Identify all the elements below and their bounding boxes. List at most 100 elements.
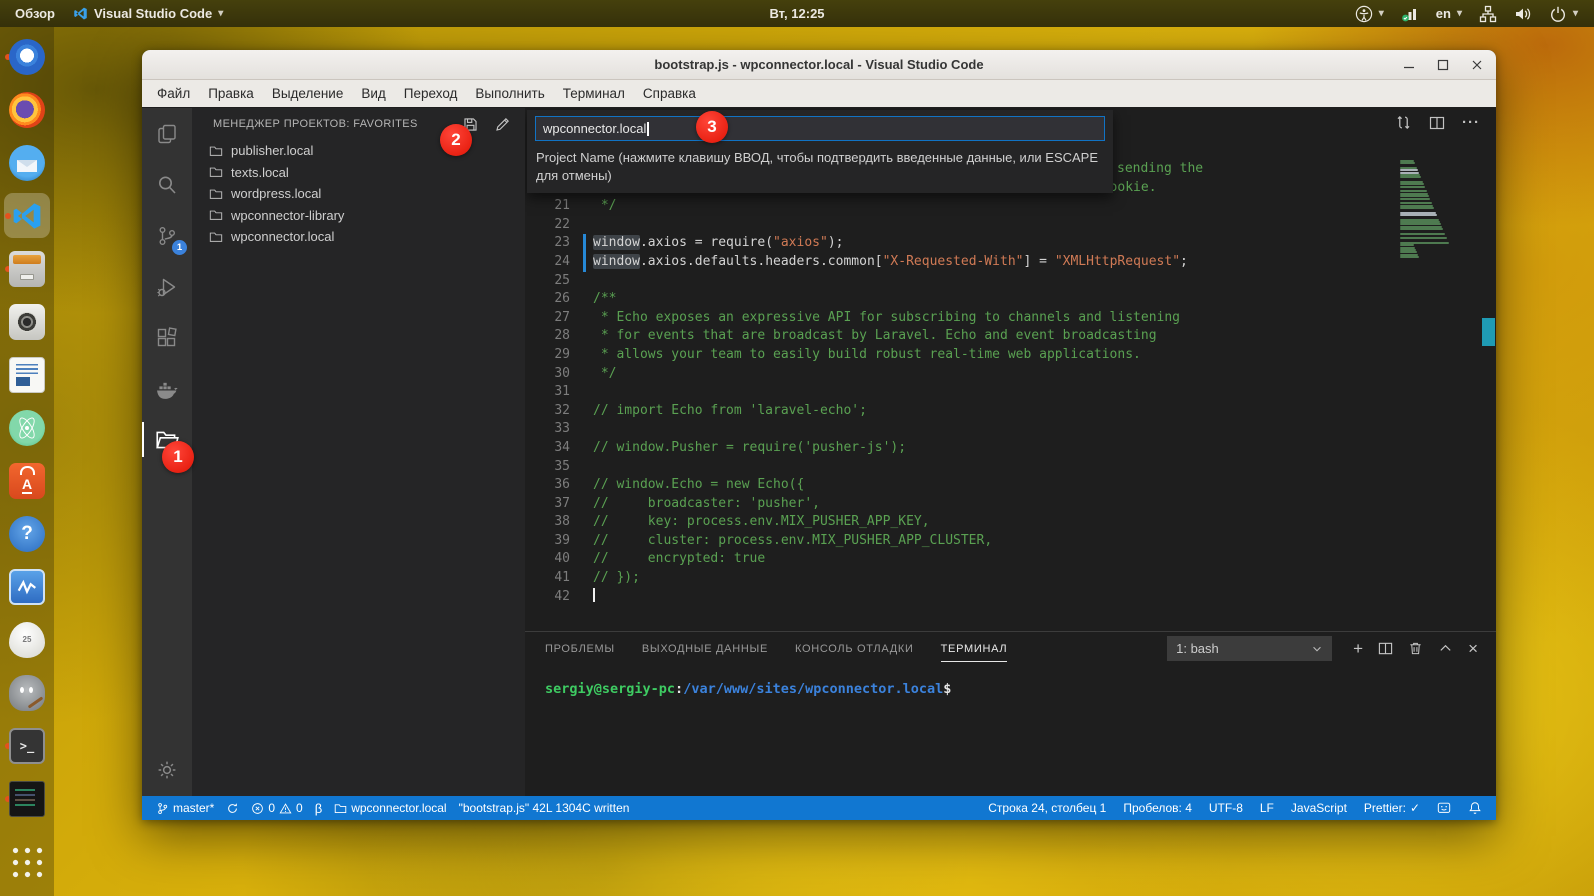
system-monitor-icon: [9, 568, 45, 605]
gutter: [570, 383, 593, 402]
maximize-button[interactable]: [1436, 58, 1450, 72]
panel-tab[interactable]: ПРОБЛЕМЫ: [545, 643, 615, 655]
dock-rhythmbox[interactable]: [4, 299, 50, 344]
gutter: [570, 309, 593, 328]
title-bar[interactable]: bootstrap.js - wpconnector.local - Visua…: [142, 50, 1496, 80]
network-status[interactable]: [1401, 5, 1419, 23]
warning-icon: [279, 802, 292, 815]
dock-ubuntu-software[interactable]: A: [4, 458, 50, 503]
problems-status[interactable]: 0 0: [251, 801, 303, 815]
edit-projects-button[interactable]: [494, 116, 511, 133]
split-terminal-button[interactable]: [1378, 641, 1393, 656]
activity-run-debug[interactable]: [142, 261, 192, 312]
terminal[interactable]: sergiy@sergiy-pc:/var/www/sites/wpconnec…: [525, 665, 1496, 697]
line-number: 33: [554, 421, 570, 437]
menu-5[interactable]: Выполнить: [466, 86, 553, 101]
dock-firefox[interactable]: [4, 87, 50, 132]
power-menu[interactable]: ▾: [1549, 5, 1578, 23]
editor[interactable]: ··· 19sending the20 * CSRF token as a he…: [525, 108, 1496, 631]
active-project-status[interactable]: wpconnector.local: [334, 801, 447, 815]
close-panel-button[interactable]: ×: [1468, 640, 1478, 657]
notifications-button[interactable]: [1468, 801, 1482, 815]
activities-button[interactable]: Обзор: [15, 6, 55, 21]
eol-status[interactable]: LF: [1260, 801, 1274, 815]
activity-explorer[interactable]: [142, 108, 192, 159]
code-content[interactable]: 19sending the20 * CSRF token as a header…: [525, 160, 1496, 606]
dock-pomodoro-timer[interactable]: 25: [4, 617, 50, 662]
more-actions-button[interactable]: ···: [1462, 115, 1480, 130]
close-button[interactable]: [1470, 58, 1484, 72]
feedback-button[interactable]: [1437, 801, 1451, 815]
activity-search[interactable]: [142, 159, 192, 210]
project-list: publisher.local texts.local wordpress.loca…: [192, 140, 525, 248]
project-item[interactable]: wpconnector-library: [192, 205, 525, 227]
sync-button[interactable]: [226, 802, 239, 815]
app-menu[interactable]: Visual Studio Code ▾: [73, 6, 223, 21]
dock-atom[interactable]: [4, 405, 50, 450]
volume-menu[interactable]: [1514, 5, 1532, 23]
project-item[interactable]: wordpress.local: [192, 183, 525, 205]
gutter: [570, 476, 593, 495]
dock-terminal[interactable]: >_: [4, 723, 50, 768]
wired-network-menu[interactable]: [1479, 5, 1497, 23]
split-editor-button[interactable]: [1429, 115, 1445, 131]
annotation-marker-1: 1: [162, 441, 194, 473]
dock-file-manager[interactable]: [4, 246, 50, 291]
new-terminal-button[interactable]: +: [1353, 640, 1363, 657]
cursor-position-status[interactable]: Строка 24, столбец 1: [988, 801, 1106, 815]
open-changes-button[interactable]: [1395, 114, 1412, 131]
maximize-panel-button[interactable]: [1438, 641, 1453, 656]
dock-gimp[interactable]: [4, 670, 50, 715]
menu-2[interactable]: Выделение: [263, 86, 353, 101]
project-item[interactable]: publisher.local: [192, 140, 525, 162]
activity-source-control[interactable]: 1: [142, 210, 192, 261]
minimize-button[interactable]: [1402, 58, 1416, 72]
activity-extensions[interactable]: [142, 312, 192, 363]
settings-gear-button[interactable]: [142, 758, 192, 782]
status-bar: master* 0 0 β wpconnector.local "bootstr…: [142, 796, 1496, 820]
code-line: 24 window.axios.defaults.headers.common["…: [525, 252, 1496, 272]
code-line: 33: [525, 420, 1496, 439]
panel-tab[interactable]: ВЫХОДНЫЕ ДАННЫЕ: [642, 643, 768, 655]
activity-docker[interactable]: [142, 363, 192, 414]
gutter: [570, 197, 593, 216]
project-item[interactable]: texts.local: [192, 162, 525, 184]
line-number: 41: [554, 570, 570, 586]
menu-0[interactable]: Файл: [148, 86, 199, 101]
encoding-status[interactable]: UTF-8: [1209, 801, 1243, 815]
dock-help[interactable]: ?: [4, 511, 50, 556]
menu-3[interactable]: Вид: [352, 86, 394, 101]
project-name-input[interactable]: wpconnector.local: [535, 116, 1105, 141]
dock-app-grid[interactable]: [4, 839, 50, 884]
minimap[interactable]: [1400, 160, 1462, 259]
accessibility-menu[interactable]: ▾: [1355, 5, 1384, 23]
prettier-status[interactable]: Prettier: ✓: [1364, 801, 1420, 815]
folder-icon: [209, 144, 223, 158]
dock-system-monitor[interactable]: [4, 564, 50, 609]
dock-thunderbird[interactable]: [4, 140, 50, 185]
language-indicator[interactable]: en ▾: [1436, 6, 1462, 21]
terminal-shell-select[interactable]: 1: bash: [1167, 636, 1333, 661]
project-item[interactable]: wpconnector.local: [192, 226, 525, 248]
dock-vscode[interactable]: [4, 193, 50, 238]
panel-tab[interactable]: КОНСОЛЬ ОТЛАДКИ: [795, 643, 914, 655]
firefox-icon: [9, 91, 45, 128]
indentation-status[interactable]: Пробелов: 4: [1123, 801, 1192, 815]
clock[interactable]: Вт, 12:25: [769, 0, 824, 27]
thunderbird-icon: [9, 144, 45, 181]
dock-libreoffice-writer[interactable]: [4, 352, 50, 397]
beta-extension-status[interactable]: β: [315, 801, 322, 816]
kill-terminal-button[interactable]: [1408, 641, 1423, 656]
code-line: 26/**: [525, 290, 1496, 309]
language-mode-status[interactable]: JavaScript: [1291, 801, 1347, 815]
vscode-logo-icon: [73, 6, 88, 21]
menu-4[interactable]: Переход: [395, 86, 467, 101]
menu-7[interactable]: Справка: [634, 86, 705, 101]
dock-window-thumbnail[interactable]: [4, 776, 50, 821]
panel-tab[interactable]: ТЕРМИНАЛ: [940, 643, 1008, 662]
git-branch-status[interactable]: master*: [156, 801, 214, 815]
menu-1[interactable]: Правка: [199, 86, 263, 101]
code-line: 40// encrypted: true: [525, 550, 1496, 569]
dock-chromium[interactable]: [4, 34, 50, 79]
menu-6[interactable]: Терминал: [554, 86, 634, 101]
